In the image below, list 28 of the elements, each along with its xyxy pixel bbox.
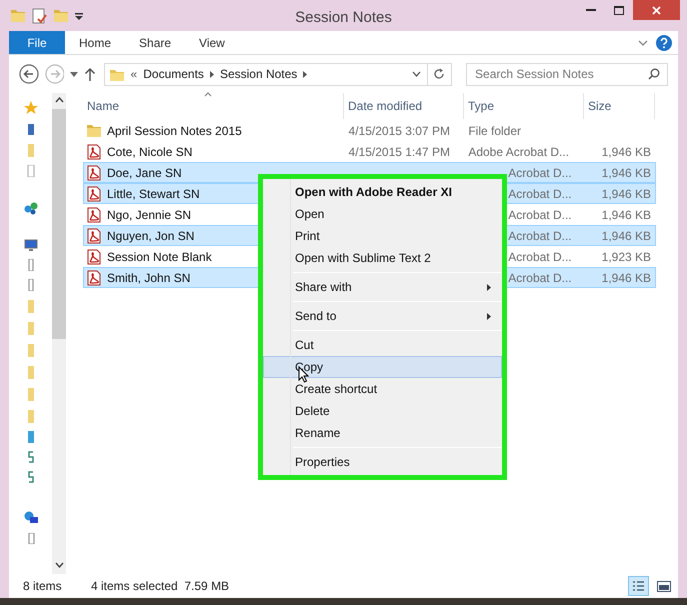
size-cell: 1,946 KB bbox=[602, 144, 651, 158]
file-name: Nguyen, Jon SN bbox=[107, 228, 194, 244]
type-cell: Acrobat D... bbox=[508, 186, 572, 200]
file-name: Smith, John SN bbox=[107, 270, 190, 286]
size-cell: 1,946 KB bbox=[602, 186, 652, 200]
size-cell: 1,946 KB bbox=[602, 208, 652, 222]
type-cell: Acrobat D... bbox=[508, 250, 572, 264]
file-name: April Session Notes 2015 bbox=[107, 122, 242, 140]
file-name: Ngo, Jennie SN bbox=[107, 206, 192, 224]
size-cell: 1,946 KB bbox=[602, 228, 652, 242]
type-cell: Acrobat D... bbox=[508, 208, 572, 222]
file-name: Doe, Jane SN bbox=[107, 164, 182, 182]
size-cell: 1,923 KB bbox=[602, 250, 652, 264]
date-cell: 4/15/2015 3:07 PM bbox=[348, 124, 450, 138]
file-name: Little, Stewart SN bbox=[107, 186, 200, 202]
type-cell: Acrobat D... bbox=[508, 228, 572, 242]
file-name: Session Note Blank bbox=[107, 248, 212, 266]
window-title: Session Notes bbox=[294, 8, 393, 28]
type-cell: Acrobat D... bbox=[508, 166, 572, 180]
type-cell: File folder bbox=[468, 124, 522, 138]
selection-info: 4 items selected 7.59 MB bbox=[91, 578, 230, 595]
size-cell: 1,946 KB bbox=[602, 270, 652, 284]
type-cell: Adobe Acrobat D... bbox=[468, 144, 570, 158]
file-name: Cote, Nicole SN bbox=[107, 144, 192, 160]
item-count: 8 items bbox=[23, 578, 63, 595]
size-cell: 1,946 KB bbox=[602, 166, 652, 180]
date-cell: 4/15/2015 1:47 PM bbox=[348, 144, 450, 158]
type-cell: Acrobat D... bbox=[508, 270, 572, 284]
